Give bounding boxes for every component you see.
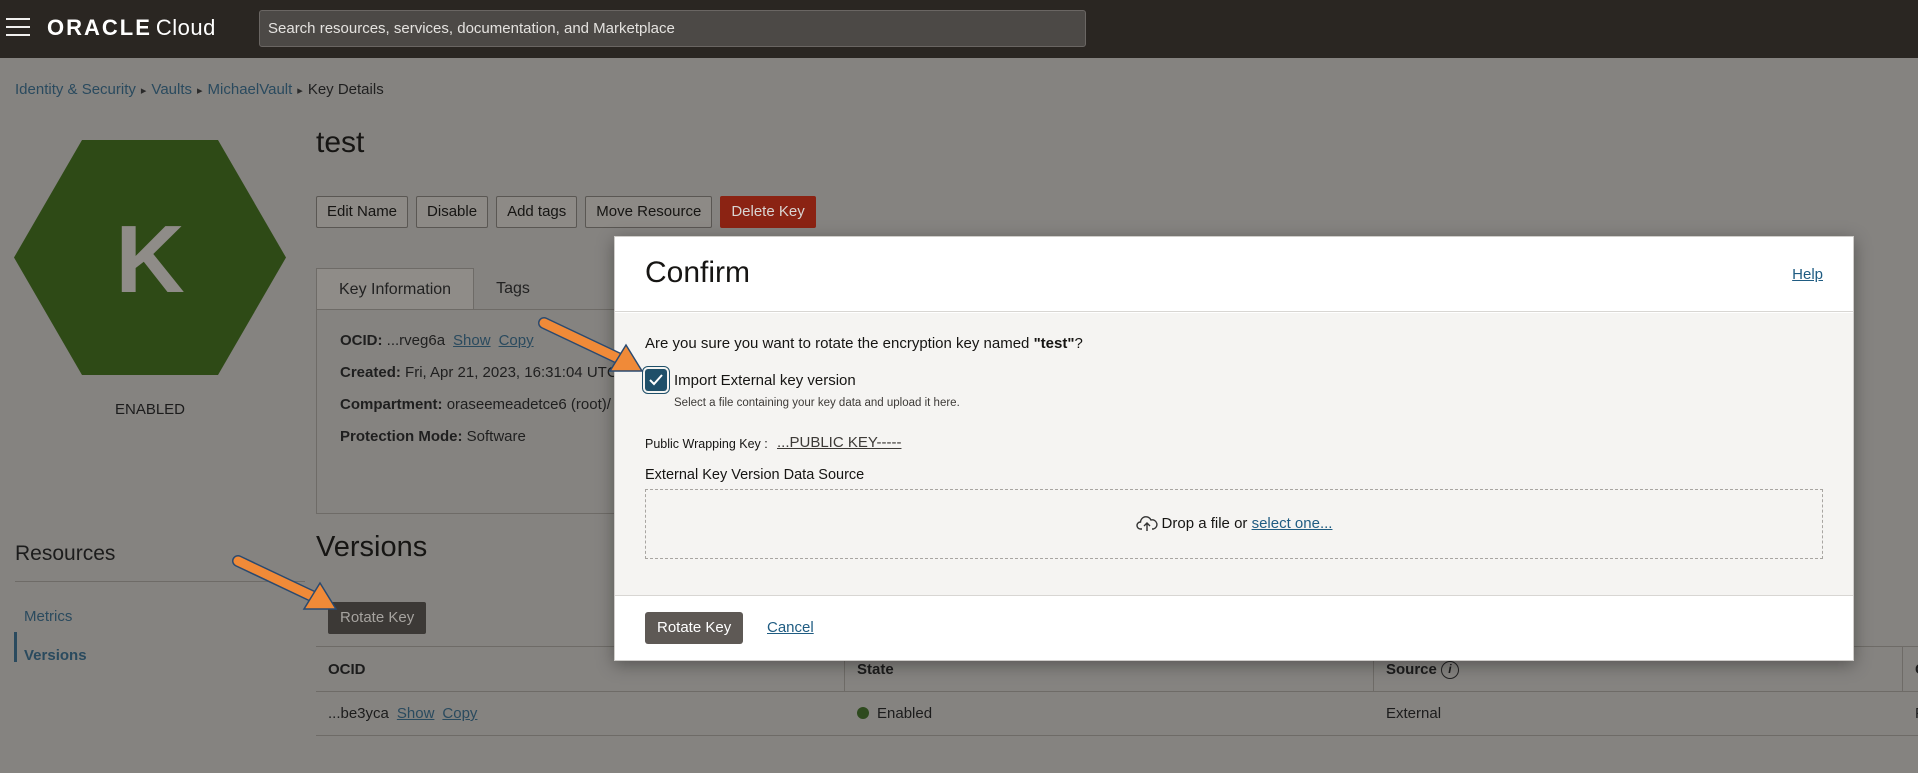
tab-key-information[interactable]: Key Information — [316, 268, 475, 310]
breadcrumb-vaults[interactable]: Vaults — [151, 81, 192, 98]
key-actions: Edit Name Disable Add tags Move Resource… — [316, 196, 816, 228]
version-ocid: ...be3yca — [328, 705, 389, 722]
breadcrumb: Identity & Security ▸ Vaults ▸ MichaelVault ▸… — [15, 81, 384, 98]
select-file-link[interactable]: select one... — [1252, 515, 1333, 532]
cloud-upload-icon — [1135, 516, 1158, 531]
top-bar: ORACLE Cloud Search resources, services, … — [0, 0, 1918, 58]
help-link[interactable]: Help — [1792, 266, 1823, 283]
move-resource-button[interactable]: Move Resource — [585, 196, 713, 228]
breadcrumb-current: Key Details — [307, 81, 384, 98]
compartment-row: Compartment: oraseemeadetce6 (root)/ — [340, 396, 611, 413]
ocid-value: ...rveg6a — [386, 332, 446, 349]
compartment-value[interactable]: oraseemeadetce6 (root)/ — [447, 396, 611, 413]
rotate-key-button[interactable]: Rotate Key — [328, 602, 427, 634]
public-wrapping-key-label: Public Wrapping Key : — [645, 437, 768, 451]
breadcrumb-separator-icon: ▸ — [140, 85, 147, 97]
sidebar-active-indicator — [14, 632, 17, 662]
import-external-checkbox[interactable] — [642, 366, 670, 394]
annotation-arrow-icon — [232, 555, 338, 610]
detail-tabs: Key Information Tags — [316, 268, 552, 310]
tab-tags[interactable]: Tags — [474, 268, 552, 310]
breadcrumb-identity-security[interactable]: Identity & Security — [15, 81, 136, 98]
key-badge-letter: K — [115, 206, 184, 313]
confirm-question: Are you sure you want to rotate the encr… — [645, 335, 1083, 352]
breadcrumb-separator-icon: ▸ — [197, 85, 203, 97]
logo-product: Cloud — [155, 15, 216, 40]
disable-button[interactable]: Disable — [416, 196, 489, 228]
dialog-footer: Rotate Key Cancel — [615, 597, 1853, 662]
hamburger-menu-icon[interactable] — [6, 18, 30, 38]
protection-mode-value: Software — [466, 428, 526, 445]
question-prefix: Are you sure you want to rotate the encr… — [645, 335, 1034, 352]
column-header-created[interactable]: C — [1903, 647, 1918, 692]
sidebar-item-metrics[interactable]: Metrics — [24, 608, 72, 625]
logo-brand: ORACLE — [47, 15, 152, 40]
ocid-copy-link[interactable]: Copy — [499, 332, 534, 349]
cancel-button[interactable]: Cancel — [767, 619, 814, 636]
protection-mode-label: Protection Mode: — [340, 428, 463, 445]
versions-table: OCID State Sourcei C ...be3ycaShowCopy E… — [316, 646, 1918, 773]
version-state: Enabled — [877, 705, 933, 722]
sidebar-item-versions[interactable]: Versions — [24, 647, 87, 664]
checkmark-icon — [649, 374, 663, 386]
version-copy-link[interactable]: Copy — [442, 705, 477, 722]
oracle-cloud-logo[interactable]: ORACLE Cloud — [47, 15, 216, 41]
table-cell-source: External — [1374, 692, 1903, 736]
search-input[interactable]: Search resources, services, documentatio… — [259, 10, 1086, 47]
import-external-help: Select a file containing your key data a… — [674, 397, 960, 409]
version-show-link[interactable]: Show — [397, 705, 435, 722]
dialog-body: Are you sure you want to rotate the encr… — [615, 313, 1853, 596]
table-cell-state: Enabled — [845, 692, 1374, 736]
info-icon[interactable]: i — [1440, 661, 1459, 679]
resources-title: Resources — [15, 542, 116, 565]
question-key-name: "test" — [1033, 335, 1075, 352]
drop-text: Drop a file or — [1161, 515, 1252, 532]
question-suffix: ? — [1074, 335, 1083, 352]
breadcrumb-separator-icon: ▸ — [297, 85, 303, 97]
ocid-row: OCID: ...rveg6a Show Copy — [340, 332, 534, 349]
table-cell-ocid: ...be3yca Show Copy — [316, 692, 845, 736]
table-cell-created: F — [1903, 692, 1918, 736]
edit-name-button[interactable]: Edit Name — [316, 196, 409, 228]
source-header-label: Source — [1386, 661, 1437, 678]
status-dot-icon — [857, 707, 869, 719]
breadcrumb-vault[interactable]: MichaelVault — [208, 81, 293, 98]
confirm-dialog: Confirm Help Are you sure you want to ro… — [614, 236, 1854, 661]
annotation-arrow-icon — [538, 317, 644, 372]
delete-key-button[interactable]: Delete Key — [720, 196, 816, 228]
import-external-label[interactable]: Import External key version — [674, 372, 856, 389]
ocid-label: OCID: — [340, 332, 383, 349]
confirm-rotate-key-button[interactable]: Rotate Key — [645, 612, 744, 644]
ocid-show-link[interactable]: Show — [453, 332, 491, 349]
public-wrapping-key-link[interactable]: ...PUBLIC KEY----- — [777, 434, 901, 451]
add-tags-button[interactable]: Add tags — [496, 196, 578, 228]
data-source-label: External Key Version Data Source — [645, 467, 865, 483]
dialog-header: Confirm Help — [615, 237, 1853, 312]
file-dropzone[interactable]: Drop a file or select one... — [645, 489, 1823, 559]
dialog-title: Confirm — [645, 256, 751, 289]
key-hexagon-icon: K — [14, 140, 286, 375]
key-status-label: ENABLED — [114, 401, 186, 418]
dropzone-content: Drop a file or select one... — [646, 514, 1822, 532]
compartment-label: Compartment: — [340, 396, 443, 413]
protection-mode-row: Protection Mode: Software — [340, 428, 526, 445]
page-title: test — [316, 126, 365, 159]
created-label: Created: — [340, 364, 401, 381]
